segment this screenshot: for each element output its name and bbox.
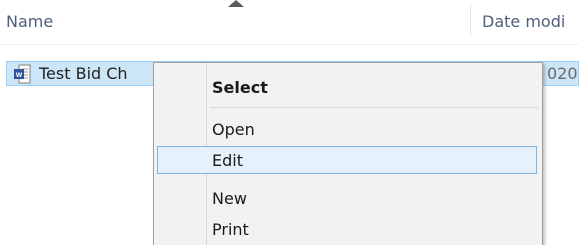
- sort-ascending-icon: [228, 0, 244, 7]
- menu-separator: [210, 107, 538, 108]
- menu-item-print[interactable]: Print: [157, 215, 537, 243]
- column-header-name[interactable]: Name: [6, 12, 53, 31]
- file-date-modified: 020 4: [547, 64, 579, 83]
- menu-item-label: Open: [212, 120, 255, 139]
- menu-item-new[interactable]: New: [157, 184, 537, 212]
- menu-item-label: Select: [212, 78, 268, 97]
- column-divider[interactable]: [470, 4, 471, 36]
- menu-item-edit[interactable]: Edit: [157, 146, 537, 174]
- menu-item-select[interactable]: Select: [157, 73, 537, 101]
- svg-text:w: w: [15, 70, 23, 79]
- column-header-date-modified[interactable]: Date modi: [482, 12, 565, 31]
- menu-item-label: Print: [212, 220, 249, 239]
- file-explorer-view: Name Date modi w Test Bid Ch 020 4 Selec…: [0, 0, 579, 245]
- column-header-bar: Name Date modi: [0, 0, 579, 40]
- file-name: Test Bid Ch: [39, 64, 128, 83]
- word-document-icon: w: [14, 64, 31, 84]
- menu-item-label: Edit: [212, 151, 243, 170]
- menu-item-open[interactable]: Open: [157, 115, 537, 143]
- header-divider: [0, 44, 579, 45]
- menu-item-label: New: [212, 189, 247, 208]
- context-menu: Select Open Edit New Print: [153, 62, 543, 245]
